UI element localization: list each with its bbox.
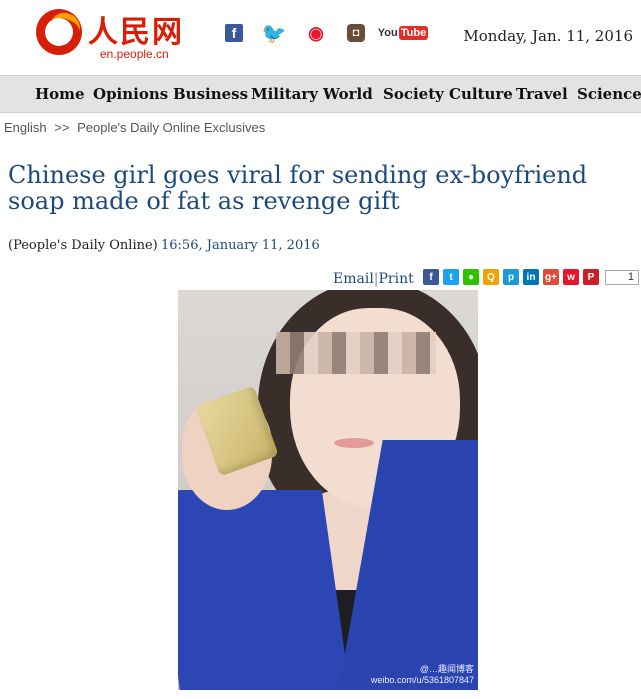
logo-domain-text: en.people.cn <box>100 47 169 61</box>
logo-chinese-text: 人民网 <box>88 15 184 50</box>
print-link[interactable]: Print <box>379 271 414 287</box>
watermark-handle: @…趣闻博客 <box>419 664 474 674</box>
nav-item-opinions[interactable]: Opinions <box>93 85 168 103</box>
nav-item-science[interactable]: Science <box>577 85 641 103</box>
linkedin-share-icon[interactable]: in <box>523 269 539 285</box>
article-title: Chinese girl goes viral for sending ex-b… <box>8 161 588 215</box>
wechat-share-icon[interactable]: ● <box>463 269 479 285</box>
youtube-icon[interactable]: You Tube <box>378 23 429 43</box>
current-date: Monday, Jan. 11, 2016 <box>463 27 633 45</box>
main-nav: Home Opinions Business Military World So… <box>0 75 641 113</box>
twitter-icon[interactable]: 🐦 <box>262 23 287 45</box>
people-daily-logo[interactable]: 人民网 en.people.cn <box>36 7 186 67</box>
article-timestamp: 16:56, January 11, 2016 <box>161 238 320 253</box>
weibo-share-icon[interactable]: w <box>563 269 579 285</box>
photo-lips <box>334 438 374 448</box>
watermark-url: weibo.com/u/5361807847 <box>370 675 474 685</box>
googleplus-share-icon[interactable]: g+ <box>543 269 559 285</box>
social-links: f 🐦 ◉ ◘ You Tube <box>225 22 441 45</box>
breadcrumb-section[interactable]: People's Daily Online Exclusives <box>77 120 265 135</box>
nav-item-society[interactable]: Society <box>383 85 444 103</box>
article-photo: @…趣闻博客 weibo.com/u/5361807847 <box>178 290 478 690</box>
youtube-you-text: You <box>377 27 398 39</box>
article-source: (People's Daily Online) <box>8 238 158 253</box>
facebook-icon[interactable]: f <box>225 24 243 42</box>
weibo-icon[interactable]: ◉ <box>305 23 327 43</box>
logo-swirl-icon <box>36 9 82 55</box>
nav-item-military[interactable]: Military <box>251 85 318 103</box>
youtube-tube-text: Tube <box>398 26 429 40</box>
photo-watermark: @…趣闻博客 weibo.com/u/5361807847 <box>371 664 474 686</box>
breadcrumb-root[interactable]: English <box>4 120 47 135</box>
pinterest-share-icon[interactable]: P <box>583 269 599 285</box>
photo-pixelated-eyes <box>276 332 436 374</box>
share-toolbar: f t ● Q p in g+ w P 1 <box>423 269 639 285</box>
instagram-icon[interactable]: ◘ <box>347 24 365 42</box>
share-count: 1 <box>605 269 639 285</box>
twitter-share-icon[interactable]: t <box>443 269 459 285</box>
nav-item-culture[interactable]: Culture <box>449 85 513 103</box>
nav-item-home[interactable]: Home <box>35 85 85 103</box>
breadcrumb-separator: >> <box>54 120 70 135</box>
breadcrumb: English >> People's Daily Online Exclusi… <box>4 120 269 135</box>
nav-item-travel[interactable]: Travel <box>516 85 568 103</box>
email-print-links: Email|Print <box>333 271 414 287</box>
pinterest-alt-share-icon[interactable]: p <box>503 269 519 285</box>
nav-item-business[interactable]: Business <box>173 85 248 103</box>
site-header: 人民网 en.people.cn f 🐦 ◉ ◘ You Tube Monday,… <box>0 0 641 74</box>
email-link[interactable]: Email <box>333 271 374 287</box>
facebook-share-icon[interactable]: f <box>423 269 439 285</box>
nav-item-world[interactable]: World <box>323 85 373 103</box>
qzone-share-icon[interactable]: Q <box>483 269 499 285</box>
